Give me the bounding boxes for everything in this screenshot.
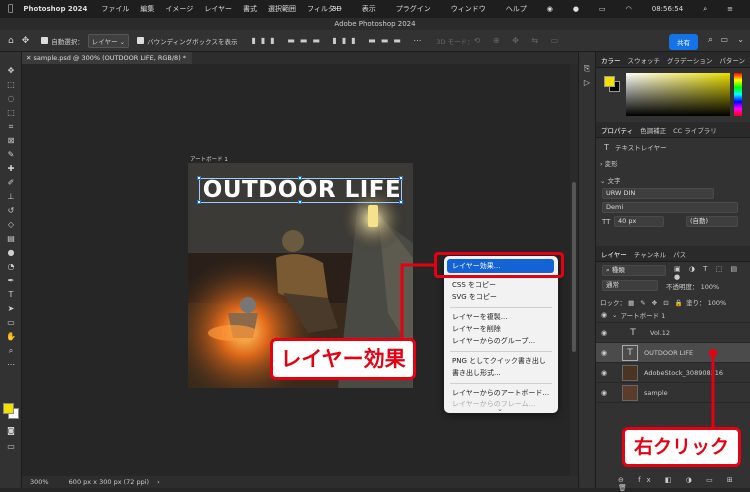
callout-right-click: 右クリック (622, 427, 741, 467)
callout-layer-effects: レイヤー効果 (270, 338, 416, 380)
annotation-line-layer-effects (400, 263, 434, 338)
annotation-lines (400, 263, 717, 427)
annotation-dot (709, 349, 717, 357)
panel-foreground-swatch[interactable] (604, 76, 615, 87)
foreground-color-swatch[interactable] (3, 403, 14, 414)
